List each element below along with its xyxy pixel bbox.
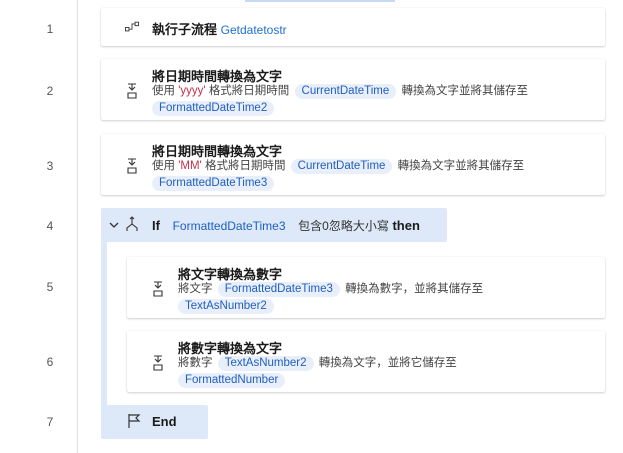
- variable-chip[interactable]: FormattedDateTime2: [152, 101, 275, 116]
- flag-icon: [127, 413, 141, 429]
- if-condition: If FormattedDateTime3 包含0忽略大小寫 then: [152, 217, 420, 234]
- variable-chip[interactable]: FormattedDateTime3: [152, 176, 275, 191]
- variable-chip[interactable]: FormattedDateTime3: [166, 219, 293, 234]
- if-keyword: If: [152, 218, 160, 233]
- action-convert-text-to-number[interactable]: 將文字轉換為數字 將文字 FormattedDateTime3 轉換為數字，並將…: [127, 257, 605, 318]
- line-number: 5: [46, 280, 54, 294]
- line-number: 6: [46, 355, 54, 369]
- line-number: 3: [46, 159, 54, 173]
- convert-icon: [151, 355, 165, 371]
- end-label: End: [152, 414, 177, 429]
- variable-chip[interactable]: FormattedDateTime3: [217, 282, 340, 297]
- action-run-subflow[interactable]: 執行子流程 Getdatetostr: [101, 8, 605, 46]
- convert-icon: [125, 83, 139, 99]
- line-number: 1: [46, 22, 54, 36]
- variable-chip[interactable]: CurrentDateTime: [294, 84, 397, 99]
- end-block[interactable]: End: [101, 405, 208, 439]
- convert-icon: [151, 281, 165, 297]
- convert-icon: [125, 158, 139, 174]
- action-description: 使用 'yyyy' 格式將日期時間 CurrentDateTime 轉換為文字並…: [152, 84, 528, 99]
- action-title: 執行子流程 Getdatetostr: [152, 22, 287, 37]
- action-convert-datetime-to-text[interactable]: 將日期時間轉換為文字 使用 'MM' 格式將日期時間 CurrentDateTi…: [101, 134, 605, 195]
- condition-text: 包含0忽略大小寫: [298, 219, 389, 233]
- flow-designer-canvas: 1 2 3 4 5 6 7 執行子流程 Getdatetostr 將日期時間轉換…: [0, 0, 623, 453]
- subflow-link[interactable]: Getdatetostr: [221, 23, 287, 37]
- action-description-output: FormattedDateTime3: [152, 175, 276, 191]
- format-literal: 'yyyy': [178, 85, 206, 97]
- variable-chip[interactable]: TextAsNumber2: [217, 356, 314, 371]
- variable-chip[interactable]: CurrentDateTime: [290, 159, 393, 174]
- action-description: 將數字 TextAsNumber2 轉換為文字，並將它儲存至: [178, 356, 457, 371]
- if-block-body-rail: [101, 242, 107, 405]
- line-number: 2: [46, 84, 54, 98]
- action-description-output: TextAsNumber2: [178, 298, 276, 314]
- format-literal: 'MM': [178, 160, 202, 172]
- then-keyword: then: [392, 218, 420, 233]
- action-convert-datetime-to-text[interactable]: 將日期時間轉換為文字 使用 'yyyy' 格式將日期時間 CurrentDate…: [101, 59, 605, 120]
- action-convert-number-to-text[interactable]: 將數字轉換為文字 將數字 TextAsNumber2 轉換為文字，並將它儲存至 …: [127, 331, 605, 392]
- variable-chip[interactable]: FormattedNumber: [178, 373, 286, 388]
- action-description: 使用 'MM' 格式將日期時間 CurrentDateTime 轉換為文字並將其…: [152, 159, 525, 174]
- line-number: 7: [46, 415, 54, 429]
- variable-chip[interactable]: TextAsNumber2: [178, 299, 274, 314]
- line-number: 4: [46, 219, 54, 233]
- if-branch-icon: [125, 216, 139, 232]
- top-selection-bar: [245, 0, 395, 2]
- if-block-header[interactable]: If FormattedDateTime3 包含0忽略大小寫 then: [101, 208, 447, 242]
- action-description: 將文字 FormattedDateTime3 轉換為數字，並將其儲存至: [178, 282, 484, 297]
- action-description-output: FormattedNumber: [178, 372, 287, 388]
- action-description-output: FormattedDateTime2: [152, 100, 276, 116]
- chevron-down-icon[interactable]: [107, 217, 121, 233]
- subflow-icon: [125, 19, 139, 35]
